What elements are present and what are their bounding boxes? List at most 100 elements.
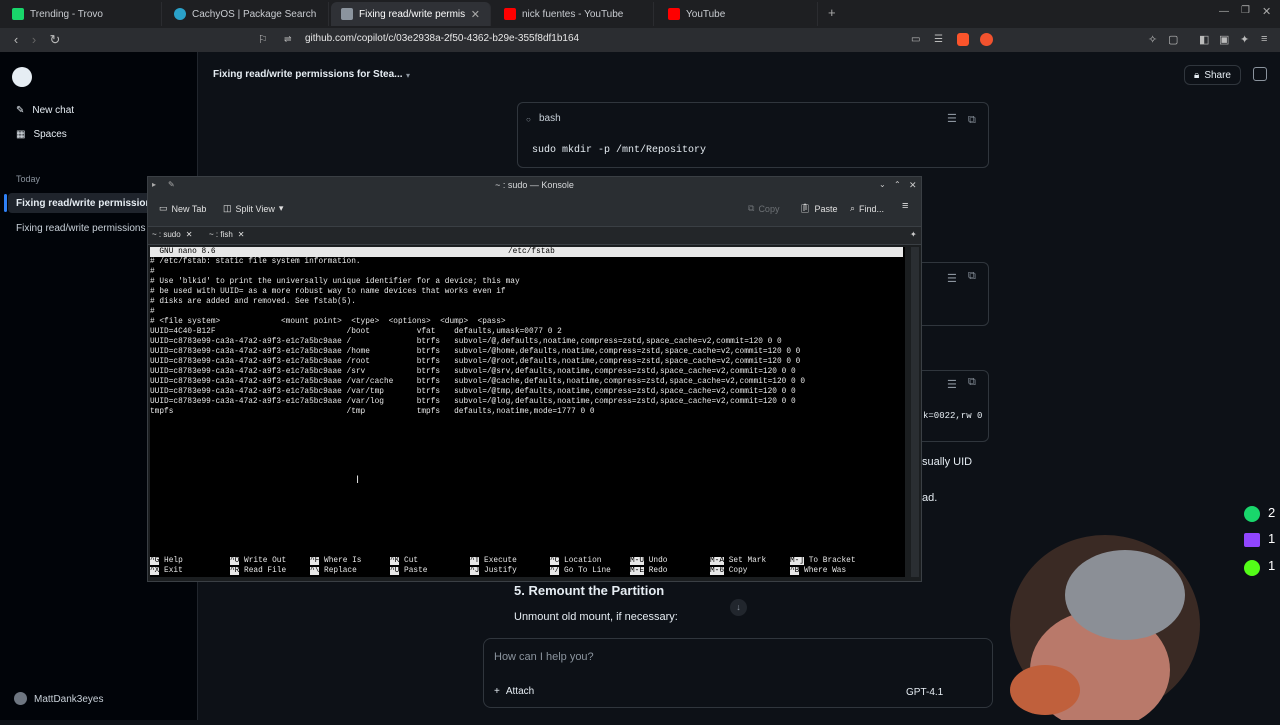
chevron-down-icon: ▾ xyxy=(278,203,284,213)
browser-tab-cachyos[interactable]: CachyOS | Package Search xyxy=(164,2,329,26)
wrap-icon[interactable]: ☰ xyxy=(947,112,957,125)
window-menu-icon[interactable]: ▸ xyxy=(152,177,156,193)
code-snippet: k=0022,rw 0 xyxy=(923,411,983,421)
split-view-button[interactable]: ◫ Split View ▾ xyxy=(223,203,283,214)
minimize-icon[interactable]: ⌄ xyxy=(879,177,886,193)
cachyos-icon xyxy=(174,8,186,20)
reload-icon[interactable]: ↻ xyxy=(45,32,65,48)
wrap-icon[interactable]: ☰ xyxy=(947,378,957,391)
konsole-toolbar: ▭ New Tab ◫ Split View ▾ ⧉ Copy 📋︎ Paste… xyxy=(148,193,921,227)
konsole-title: ~ : sudo — Konsole xyxy=(495,180,574,190)
close-tab-icon[interactable]: ✕ xyxy=(186,230,193,239)
share-button[interactable]: 🔒︎ Share xyxy=(1184,65,1241,85)
plus-icon: + xyxy=(494,686,500,697)
konsole-tab-bar: ~ : sudo ✕ ~ : fish ✕ ✦ xyxy=(148,227,921,245)
shortcut-label: Copy xyxy=(724,567,748,575)
new-chat-label: New chat xyxy=(32,105,75,116)
new-chat-link[interactable]: ✎ New chat xyxy=(16,105,74,116)
trovo-icon xyxy=(12,8,24,20)
shortcut-key: ^R xyxy=(230,567,240,575)
wrap-icon[interactable]: ☰ xyxy=(947,272,957,285)
bookmark-icon[interactable]: ⚐ xyxy=(258,33,268,46)
panel-toggle-icon[interactable] xyxy=(1253,67,1267,81)
extensions-icon[interactable]: ✧ xyxy=(1148,33,1157,46)
chat-title[interactable]: Fixing read/write permissions for Stea..… xyxy=(213,69,403,80)
terminal-scrollbar[interactable] xyxy=(911,247,919,577)
copy-button[interactable]: ⧉ Copy xyxy=(748,203,779,214)
sidebar-toggle-icon[interactable]: ▢ xyxy=(1168,33,1178,46)
konsole-tab-sudo[interactable]: ~ : sudo ✕ xyxy=(152,230,192,239)
browser-tab-youtube-1[interactable]: nick fuentes - YouTube xyxy=(494,2,654,26)
new-tab-button[interactable]: ▭ New Tab xyxy=(159,203,206,214)
shortcut-key: ^T xyxy=(470,557,480,565)
konsole-tab-fish[interactable]: ~ : fish ✕ xyxy=(209,230,245,239)
close-tab-icon[interactable]: ✕ xyxy=(471,8,480,21)
copy-code-icon[interactable]: ⧉ xyxy=(968,376,976,389)
shortcut-label: Paste xyxy=(399,567,428,575)
shortcut-label: To Bracket xyxy=(804,557,856,565)
browser-tab-trovo[interactable]: Trending - Trovo xyxy=(2,2,162,26)
maximize-icon[interactable]: ❐ xyxy=(1241,5,1250,16)
answer-text: ad. xyxy=(922,492,938,504)
close-icon[interactable]: ✕ xyxy=(909,177,917,193)
chat-input[interactable]: How can I help you? xyxy=(494,651,594,663)
shortcut-key: ^F xyxy=(310,557,320,565)
shortcut-key: ^/ xyxy=(550,567,560,575)
tab-menu-icon[interactable]: ✦ xyxy=(910,230,917,239)
nano-filename: /etc/fstab xyxy=(508,248,555,256)
pin-icon[interactable]: ✎ xyxy=(168,177,175,193)
browser-tab-youtube-2[interactable]: YouTube xyxy=(658,2,818,26)
close-window-icon[interactable]: ✕ xyxy=(1262,5,1271,18)
brave-shield-icon[interactable] xyxy=(957,33,969,46)
new-tab-icon[interactable]: + xyxy=(828,5,836,20)
trovo-count: 2 xyxy=(1268,505,1276,520)
cast-icon[interactable]: ▭ xyxy=(911,34,920,45)
spaces-link[interactable]: ▦ Spaces xyxy=(16,129,67,140)
shortcut-label: Replace xyxy=(319,567,357,575)
github-logo-icon[interactable] xyxy=(12,67,32,87)
konsole-titlebar[interactable]: ▸ ✎ ~ : sudo — Konsole ⌄ ⌃ ✕ xyxy=(148,177,921,193)
copy-code-icon[interactable]: ⧉ xyxy=(968,270,976,283)
fstab-line: UUID=c8783e99-ca3a-47a2-a9f3-e1c7a5bc9aa… xyxy=(150,348,801,356)
chevron-down-icon[interactable]: ▾ xyxy=(406,71,410,80)
brave-rewards-icon[interactable] xyxy=(980,33,993,46)
shortcut-key: ^X xyxy=(150,567,160,575)
tab-label: Fixing read/write permissions xyxy=(359,8,465,20)
copy-code-icon[interactable]: ⧉ xyxy=(968,114,976,127)
paste-icon: 📋︎ xyxy=(799,203,811,213)
nano-shortcut: ^/ Go To Line xyxy=(550,566,611,576)
avatar[interactable] xyxy=(14,692,27,705)
share-label: Share xyxy=(1204,69,1231,81)
fstab-line: UUID=4C40-B12F /boot vfat defaults,umask… xyxy=(150,328,562,336)
find-button[interactable]: ⌕ Find... xyxy=(850,203,884,214)
maximize-icon[interactable]: ⌃ xyxy=(894,177,901,193)
nano-editor[interactable]: GNU nano 8.6 /etc/fstab # /etc/fstab: st… xyxy=(150,247,905,577)
reader-icon[interactable]: ☰ xyxy=(934,34,943,45)
tab-label: CachyOS | Package Search xyxy=(192,8,317,20)
url-bar[interactable]: github.com/copilot/c/03e2938a-2f50-4362-… xyxy=(305,33,579,44)
shortcut-label: Redo xyxy=(644,567,668,575)
leo-icon[interactable]: ✦ xyxy=(1240,33,1249,46)
back-icon[interactable]: ‹ xyxy=(6,32,26,47)
shortcut-label: Where Was xyxy=(799,567,847,575)
close-tab-icon[interactable]: ✕ xyxy=(238,230,245,239)
file-content[interactable]: # /etc/fstab: static file system informa… xyxy=(150,257,903,417)
minimize-icon[interactable]: — xyxy=(1219,6,1229,17)
wallet-icon[interactable]: ▣ xyxy=(1219,33,1229,46)
browser-tab-copilot[interactable]: Fixing read/write permissions ✕ xyxy=(331,2,491,26)
youtube-icon xyxy=(668,8,680,20)
site-info-icon[interactable]: ⇌ xyxy=(284,34,292,45)
attach-button[interactable]: + Attach xyxy=(494,686,534,697)
forward-icon[interactable]: › xyxy=(24,32,44,47)
webcam-feed xyxy=(930,520,1280,725)
fstab-line: UUID=c8783e99-ca3a-47a2-a9f3-e1c7a5bc9aa… xyxy=(150,378,806,386)
section-today: Today xyxy=(16,174,41,184)
username[interactable]: MattDank3eyes xyxy=(34,694,103,705)
paste-button[interactable]: 📋︎ Paste xyxy=(799,203,837,214)
hamburger-menu-icon[interactable]: ≡ xyxy=(902,200,908,212)
split-icon[interactable]: ◧ xyxy=(1199,33,1209,46)
nano-shortcut: ^R Read File xyxy=(230,566,286,576)
fstab-line: # xyxy=(150,308,155,316)
scroll-down-icon[interactable]: ↓ xyxy=(730,599,747,616)
menu-icon[interactable]: ≡ xyxy=(1261,33,1267,45)
